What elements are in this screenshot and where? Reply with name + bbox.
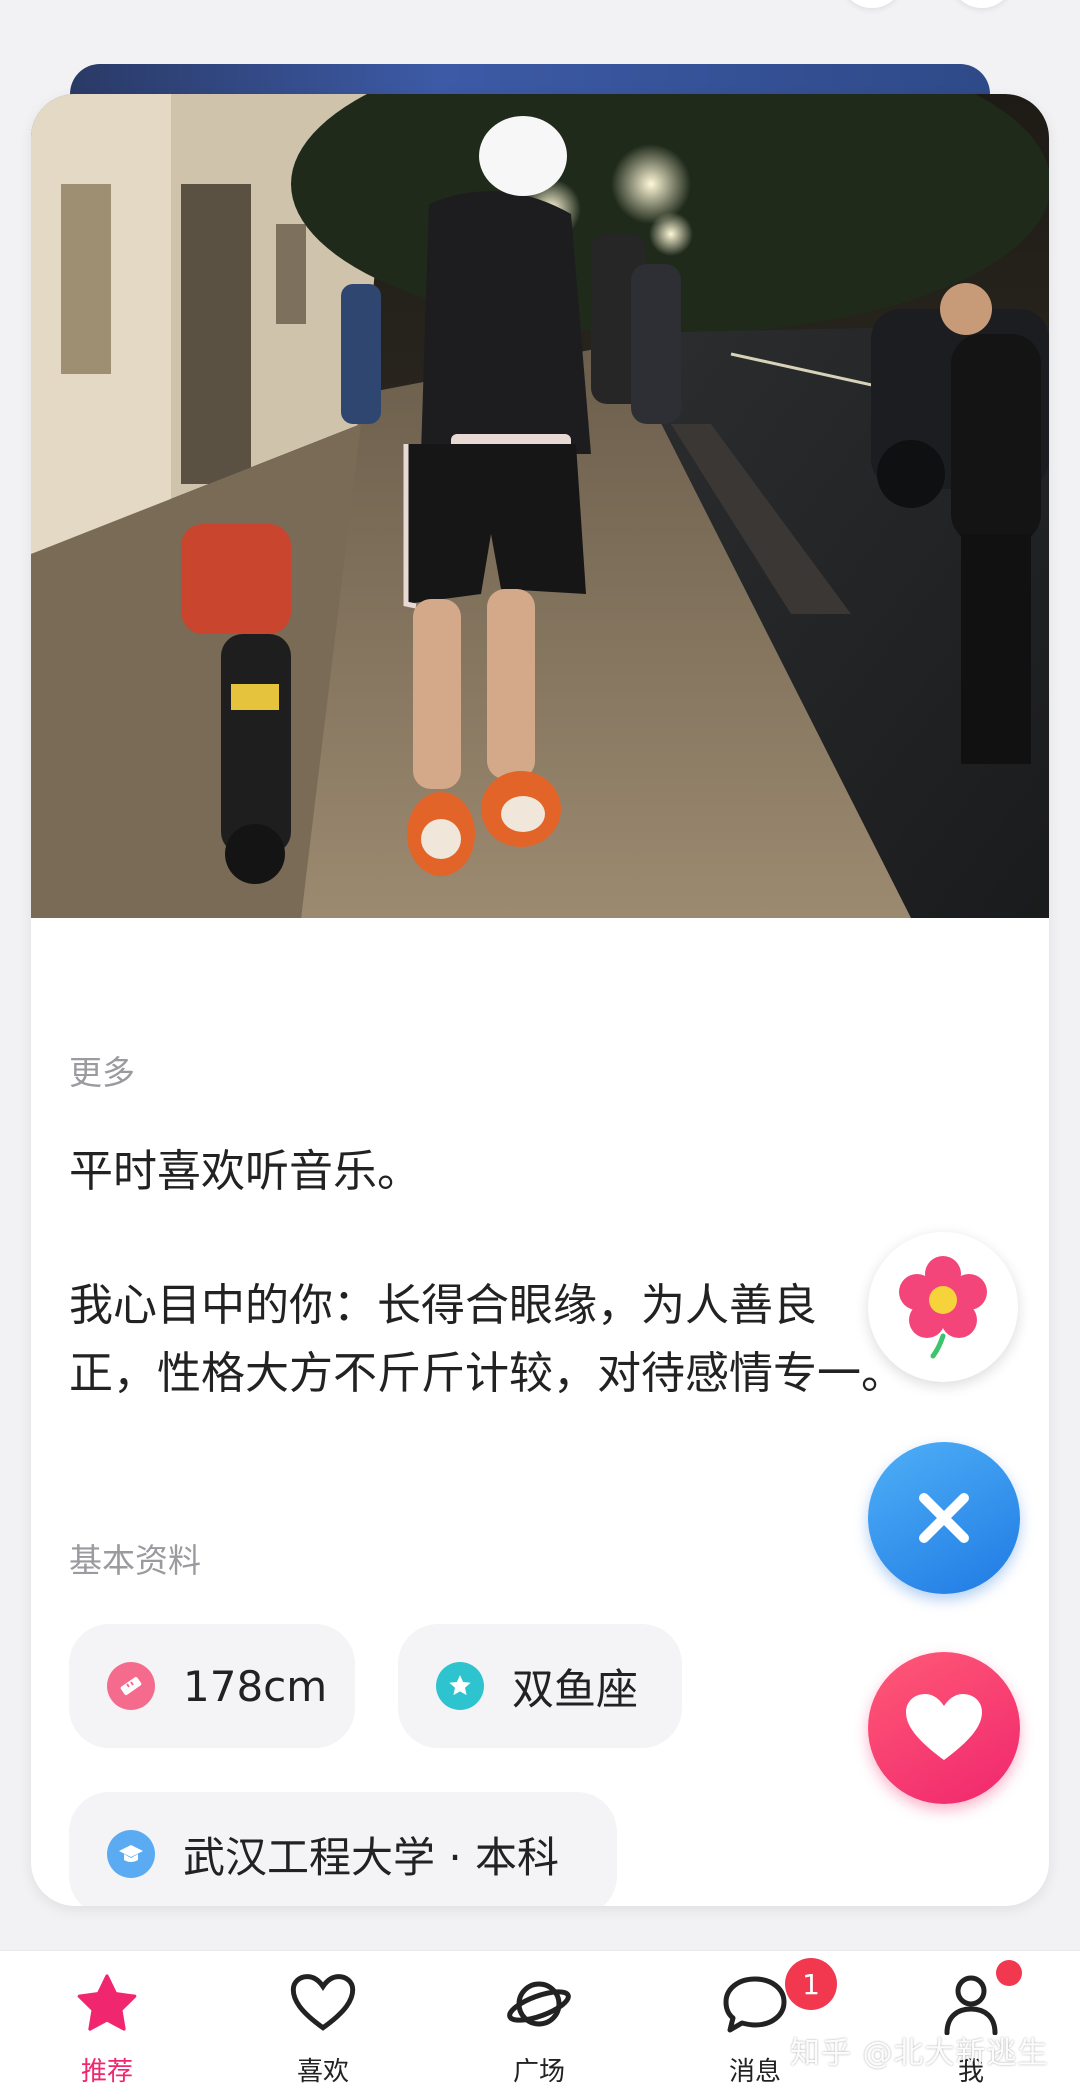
send-flower-button[interactable] <box>868 1232 1018 1382</box>
ruler-icon <box>107 1662 155 1710</box>
nav-label-likes: 喜欢 <box>296 2057 349 2087</box>
flower-icon <box>899 1256 987 1359</box>
nav-item-recommend[interactable]: 推荐 <box>27 1951 187 2100</box>
nav-label-plaza: 广场 <box>512 2057 565 2087</box>
heart-outline-icon <box>290 1973 356 2037</box>
zodiac-chip: 双鱼座 <box>398 1624 682 1748</box>
nav-item-me[interactable]: 我 <box>891 1951 1051 2100</box>
top-circle-left <box>840 0 904 8</box>
profile-card[interactable]: 更多 平时喜欢听音乐。 我心目中的你：长得合眼缘，为人善良 正，性格大方不斤斤计… <box>31 94 1049 1906</box>
profile-notification-dot <box>996 1960 1022 1986</box>
education-value: 武汉工程大学 · 本科 <box>183 1832 560 1882</box>
star-badge-icon <box>436 1662 484 1710</box>
height-chip: 178cm <box>69 1624 355 1748</box>
nav-item-plaza[interactable]: 广场 <box>459 1951 619 2100</box>
watermark: 知乎 @北大新逃生 <box>790 2036 1049 2071</box>
education-chip: 武汉工程大学 · 本科 <box>69 1792 617 1906</box>
bio-hobby: 平时喜欢听音乐。 <box>69 1146 421 1197</box>
zodiac-value: 双鱼座 <box>512 1664 639 1714</box>
planet-icon <box>506 1973 572 2039</box>
basic-info-label: 基本资料 <box>69 1541 201 1580</box>
profile-photo[interactable] <box>31 94 1049 918</box>
like-button[interactable] <box>868 1652 1020 1804</box>
graduation-cap-icon <box>107 1830 155 1878</box>
bottom-nav: 推荐 喜欢 广场 消息 我 <box>0 1950 1080 2100</box>
pass-button[interactable] <box>868 1442 1020 1594</box>
star-icon <box>75 1973 139 2039</box>
top-circle-right <box>950 0 1014 8</box>
heart-icon <box>906 1694 982 1760</box>
nav-label-recommend: 推荐 <box>80 2057 133 2087</box>
close-icon <box>919 1493 969 1543</box>
chat-bubble-icon <box>722 1973 788 2039</box>
nav-item-likes[interactable]: 喜欢 <box>243 1951 403 2100</box>
height-value: 178cm <box>183 1661 328 1711</box>
more-section-label: 更多 <box>69 1053 135 1092</box>
bio-ideal-partner: 我心目中的你：长得合眼缘，为人善良 正，性格大方不斤斤计较，对待感情专一。 <box>69 1280 905 1399</box>
message-count-badge: 1 <box>785 1958 837 2010</box>
